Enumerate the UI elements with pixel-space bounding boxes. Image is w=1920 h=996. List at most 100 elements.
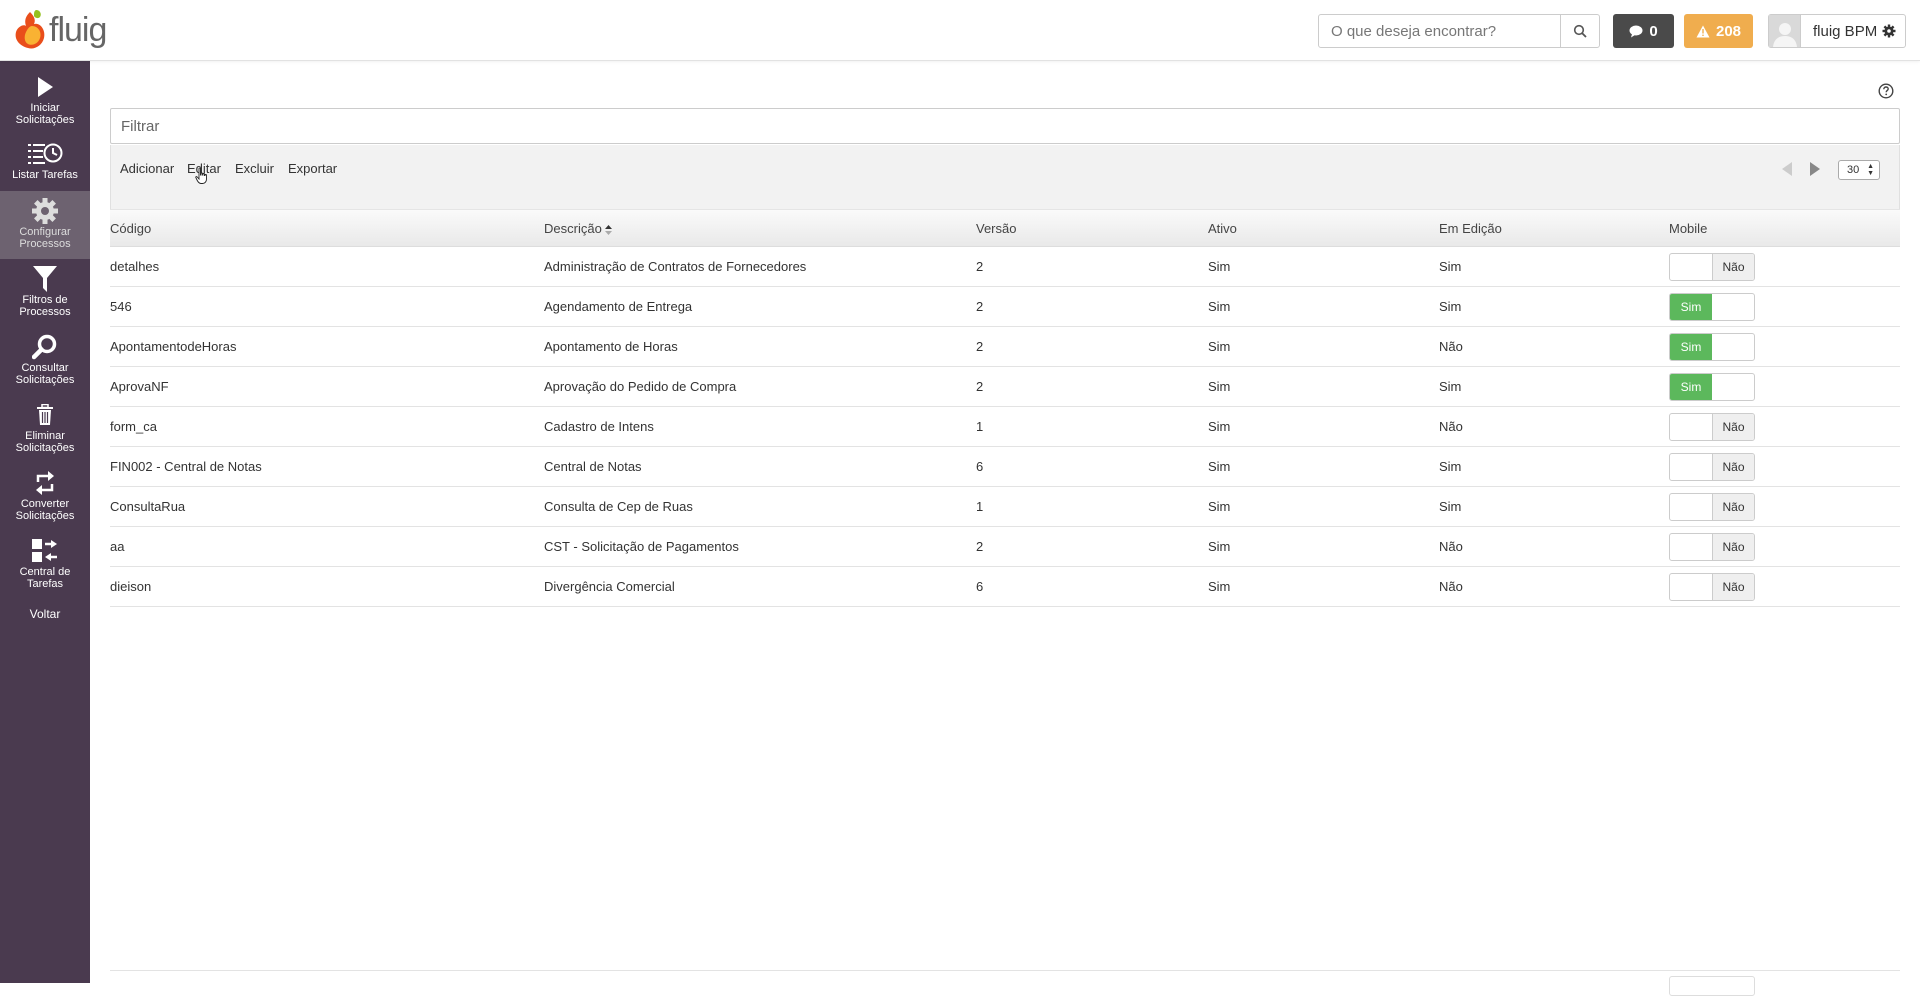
table-row[interactable]: form_ca Cadastro de Intens 1 Sim Não Não <box>110 407 1900 447</box>
mobile-toggle[interactable]: Sim <box>1669 333 1755 361</box>
column-header-ativo[interactable]: Ativo <box>1208 221 1237 236</box>
select-arrows-icon: ▲ ▼ <box>1867 163 1874 177</box>
column-header-descricao[interactable]: Descrição <box>544 221 612 236</box>
gear-icon <box>31 197 59 225</box>
mobile-toggle[interactable]: Não <box>1669 573 1755 601</box>
table-row[interactable]: AprovaNF Aprovação do Pedido de Compra 2 Si… <box>110 367 1900 407</box>
cell-ativo: Sim <box>1208 459 1231 474</box>
cell-descricao: CST - Solicitação de Pagamentos <box>544 539 739 554</box>
cell-ativo: Sim <box>1208 379 1231 394</box>
table-row-partial <box>110 970 1900 996</box>
cell-versao: 6 <box>976 459 984 474</box>
mobile-toggle-label: Não <box>1711 254 1754 280</box>
messages-button[interactable]: 0 <box>1613 14 1674 48</box>
user-menu[interactable]: fluig BPM <box>1768 14 1906 48</box>
filter-input[interactable] <box>111 109 1899 143</box>
mobile-toggle[interactable]: Não <box>1669 533 1755 561</box>
mobile-toggle[interactable]: Não <box>1669 253 1755 281</box>
table-row[interactable]: 546 Agendamento de Entrega 2 Sim Sim Sim <box>110 287 1900 327</box>
mobile-toggle[interactable]: Sim <box>1669 293 1755 321</box>
cell-versao: 2 <box>976 379 984 394</box>
mobile-toggle[interactable]: Não <box>1669 493 1755 521</box>
help-icon[interactable] <box>1878 83 1894 104</box>
cell-descricao: Agendamento de Entrega <box>544 299 693 314</box>
sidebar-item-eliminar-solicitacoes[interactable]: Eliminar Solicitações <box>0 395 90 462</box>
alerts-button[interactable]: 208 <box>1684 14 1753 48</box>
sidebar-item-iniciar-solicitacoes[interactable]: Iniciar Solicitações <box>0 67 90 134</box>
delete-button[interactable]: Excluir <box>235 161 274 176</box>
cell-descricao: Divergência Comercial <box>544 579 675 594</box>
cell-descricao: Administração de Contratos de Fornecedor… <box>544 259 807 274</box>
table-header: Código Descrição Versão Ativo Em Edição … <box>110 209 1900 247</box>
mobile-toggle-label: Não <box>1711 534 1754 560</box>
task-list-icon <box>27 140 63 168</box>
table-row[interactable]: aa CST - Solicitação de Pagamentos 2 Sim Não… <box>110 527 1900 567</box>
mobile-toggle-handle <box>1712 374 1754 400</box>
alerts-count: 208 <box>1715 22 1742 40</box>
cell-em-edicao: Sim <box>1439 499 1462 514</box>
cell-descricao: Cadastro de Intens <box>544 419 654 434</box>
gear-icon <box>1882 24 1896 38</box>
export-button[interactable]: Exportar <box>288 161 337 176</box>
sidebar-item-label: Eliminar Solicitações <box>15 430 75 454</box>
previous-page-icon[interactable] <box>1780 160 1794 178</box>
column-header-mobile[interactable]: Mobile <box>1669 221 1707 236</box>
filter-box <box>110 108 1900 144</box>
sort-ascending-icon <box>604 224 612 235</box>
processes-table: Código Descrição Versão Ativo Em Edição … <box>110 209 1900 607</box>
mobile-toggle-label: Não <box>1711 414 1754 440</box>
back-link[interactable]: Voltar <box>0 607 90 621</box>
search-button[interactable] <box>1560 15 1599 47</box>
cell-descricao: Central de Notas <box>544 459 642 474</box>
sidebar-item-label: Iniciar Solicitações <box>15 102 75 126</box>
cell-ativo: Sim <box>1208 419 1231 434</box>
column-header-codigo[interactable]: Código <box>110 221 151 236</box>
top-bar: fluig 0 208 flui <box>0 0 1920 61</box>
cell-ativo: Sim <box>1208 579 1231 594</box>
cell-codigo: form_ca <box>110 419 157 434</box>
cell-em-edicao: Não <box>1439 419 1463 434</box>
cell-codigo: dieison <box>110 579 152 594</box>
add-button[interactable]: Adicionar <box>120 161 174 176</box>
sidebar-item-consultar-solicitacoes[interactable]: Consultar Solicitações <box>0 327 90 394</box>
sidebar-item-converter-solicitacoes[interactable]: Converter Solicitações <box>0 463 90 530</box>
table-row[interactable]: ApontamentodeHoras Apontamento de Horas 2 S… <box>110 327 1900 367</box>
fluig-logo[interactable]: fluig <box>12 8 107 52</box>
global-search <box>1318 14 1600 48</box>
mobile-toggle[interactable]: Sim <box>1669 373 1755 401</box>
cell-versao: 1 <box>976 419 984 434</box>
cell-descricao: Consulta de Cep de Ruas <box>544 499 693 514</box>
cell-descricao: Aprovação do Pedido de Compra <box>544 379 737 394</box>
table-row[interactable]: detalhes Administração de Contratos de Fo… <box>110 247 1900 287</box>
mobile-toggle-label: Sim <box>1670 334 1712 360</box>
mobile-toggle-handle <box>1670 414 1712 440</box>
column-header-em-edicao[interactable]: Em Edição <box>1439 221 1502 236</box>
cell-codigo: 546 <box>110 299 132 314</box>
cell-ativo: Sim <box>1208 499 1231 514</box>
sidebar-item-label: Configurar Processos <box>19 226 71 250</box>
sidebar-item-central-de-tarefas[interactable]: Central de Tarefas <box>0 531 90 598</box>
page-size-select[interactable]: 30 ▲ ▼ <box>1838 160 1880 180</box>
sidebar-item-configurar-processos[interactable]: Configurar Processos <box>0 191 90 259</box>
mobile-toggle-handle <box>1670 494 1712 520</box>
mobile-toggle[interactable]: Não <box>1669 413 1755 441</box>
mobile-toggle-handle <box>1670 254 1712 280</box>
table-body: detalhes Administração de Contratos de Fo… <box>110 247 1900 607</box>
sidebar-item-filtros-de-processos[interactable]: Filtros de Processos <box>0 259 90 326</box>
cell-em-edicao: Sim <box>1439 259 1462 274</box>
mobile-toggle[interactable]: Não <box>1669 453 1755 481</box>
toolbar: Adicionar Editar Excluir Exportar 30 ▲ ▼ <box>110 145 1900 209</box>
user-name: fluig BPM <box>1813 22 1878 40</box>
cell-versao: 2 <box>976 259 984 274</box>
next-page-icon[interactable] <box>1808 160 1822 178</box>
column-header-versao[interactable]: Versão <box>976 221 1016 236</box>
cell-codigo: ConsultaRua <box>110 499 186 514</box>
cell-ativo: Sim <box>1208 299 1231 314</box>
table-row[interactable]: dieison Divergência Comercial 6 Sim Não Não <box>110 567 1900 607</box>
table-row[interactable]: ConsultaRua Consulta de Cep de Ruas 1 Sim Si… <box>110 487 1900 527</box>
cell-codigo: aa <box>110 539 125 554</box>
sidebar-item-label: Consultar Solicitações <box>15 362 75 386</box>
search-input[interactable] <box>1319 15 1560 47</box>
mobile-toggle-label: Não <box>1711 574 1754 600</box>
table-row[interactable]: FIN002 - Central de Notas Central de Nota… <box>110 447 1900 487</box>
